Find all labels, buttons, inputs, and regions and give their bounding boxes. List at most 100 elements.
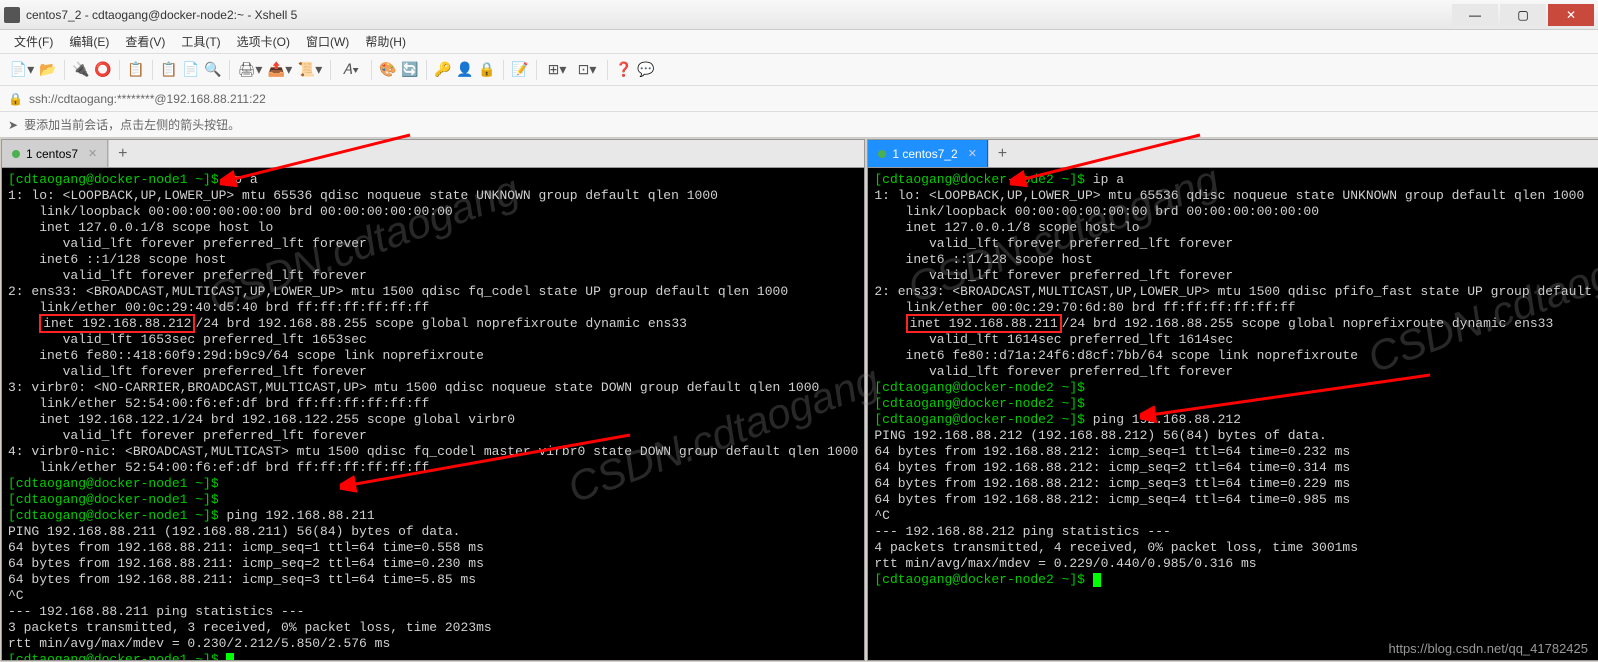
output: link/loopback 00:00:00:00:00:00 brd 00:0…	[874, 204, 1598, 220]
menu-file[interactable]: 文件(F)	[8, 31, 59, 52]
prompt: [cdtaogang@docker-node2 ~]$	[874, 412, 1085, 427]
prompt: [cdtaogang@docker-node2 ~]$	[874, 396, 1085, 411]
user-icon[interactable]: 👤	[455, 60, 475, 80]
window-controls: — ▢ ✕	[1450, 4, 1594, 26]
output: inet6 fe80::d71a:24f6:d8cf:7bb/64 scope …	[874, 348, 1598, 364]
output: 1: lo: <LOOPBACK,UP,LOWER_UP> mtu 65536 …	[8, 188, 858, 204]
menu-window[interactable]: 窗口(W)	[300, 31, 355, 52]
output: link/loopback 00:00:00:00:00:00 brd 00:0…	[8, 204, 858, 220]
tab-label: 1 centos7	[26, 147, 78, 161]
left-pane: 1 centos7 ✕ + [cdtaogang@docker-node1 ~]…	[1, 139, 865, 661]
right-pane: 1 centos7_2 ✕ + [cdtaogang@docker-node2 …	[867, 139, 1598, 661]
terminal-left[interactable]: [cdtaogang@docker-node1 ~]$ ip a 1: lo: …	[2, 168, 864, 660]
prompt: [cdtaogang@docker-node2 ~]$	[874, 172, 1085, 187]
key-icon[interactable]: 🔑	[433, 60, 453, 80]
output: valid_lft forever preferred_lft forever	[8, 268, 858, 284]
tab-row-left: 1 centos7 ✕ +	[2, 140, 864, 168]
open-icon[interactable]: 📂	[38, 60, 58, 80]
menu-help[interactable]: 帮助(H)	[359, 31, 412, 52]
output: rtt min/avg/max/mdev = 0.229/0.440/0.985…	[874, 556, 1598, 572]
script-icon[interactable]: 📜▾	[296, 60, 324, 80]
menu-view[interactable]: 查看(V)	[119, 31, 171, 52]
tab-close-icon[interactable]: ✕	[968, 147, 977, 160]
tab-add-button[interactable]: +	[988, 140, 1016, 167]
output: inet 127.0.0.1/8 scope host lo	[874, 220, 1598, 236]
prompt: [cdtaogang@docker-node1 ~]$	[8, 508, 219, 523]
output: valid_lft forever preferred_lft forever	[874, 236, 1598, 252]
new-session-icon[interactable]: 📄▾	[8, 60, 36, 80]
help-icon[interactable]: ❓	[614, 60, 634, 80]
output: 4: virbr0-nic: <BROADCAST,MULTICAST> mtu…	[8, 444, 858, 460]
color-icon[interactable]: 🎨	[378, 60, 398, 80]
refresh-icon[interactable]: 🔄	[400, 60, 420, 80]
output: 64 bytes from 192.168.88.212: icmp_seq=1…	[874, 444, 1598, 460]
cmd: ip a	[219, 172, 258, 187]
prompt: [cdtaogang@docker-node2 ~]$	[874, 572, 1085, 587]
output: 64 bytes from 192.168.88.212: icmp_seq=2…	[874, 460, 1598, 476]
copy-icon[interactable]: 📋	[159, 60, 179, 80]
output: ^C	[8, 588, 858, 604]
disconnect-icon[interactable]: ⭕	[93, 60, 113, 80]
output: inet6 fe80::418:60f9:29d:b9c9/64 scope l…	[8, 348, 858, 364]
lock-icon: 🔒	[8, 92, 23, 106]
output: link/ether 52:54:00:f6:ef:df brd ff:ff:f…	[8, 460, 858, 476]
print-icon[interactable]: 🖨▾	[236, 60, 264, 80]
separator	[119, 60, 120, 80]
menu-edit[interactable]: 编辑(E)	[63, 31, 115, 52]
status-dot-icon	[878, 150, 886, 158]
minimize-button[interactable]: —	[1452, 4, 1498, 26]
output: 64 bytes from 192.168.88.211: icmp_seq=1…	[8, 540, 858, 556]
separator	[503, 60, 504, 80]
output: valid_lft forever preferred_lft forever	[874, 364, 1598, 380]
output: 4 packets transmitted, 4 received, 0% pa…	[874, 540, 1598, 556]
close-button[interactable]: ✕	[1548, 4, 1594, 26]
transfer-icon[interactable]: 📤▾	[266, 60, 294, 80]
compose-icon[interactable]: 📝	[510, 60, 530, 80]
output: link/ether 52:54:00:f6:ef:df brd ff:ff:f…	[8, 396, 858, 412]
title-bar: centos7_2 - cdtaogang@docker-node2:~ - X…	[0, 0, 1598, 30]
cursor	[226, 653, 234, 660]
output: inet6 ::1/128 scope host	[8, 252, 858, 268]
output: valid_lft forever preferred_lft forever	[874, 268, 1598, 284]
prompt: [cdtaogang@docker-node1 ~]$	[8, 476, 219, 491]
tab-add-button[interactable]: +	[108, 140, 136, 167]
separator	[371, 60, 372, 80]
maximize-button[interactable]: ▢	[1500, 4, 1546, 26]
paste-icon[interactable]: 📄	[181, 60, 201, 80]
output: PING 192.168.88.211 (192.168.88.211) 56(…	[8, 524, 858, 540]
tab-centos7-2[interactable]: 1 centos7_2 ✕	[868, 140, 988, 167]
find-icon[interactable]: 🔍	[203, 60, 223, 80]
status-dot-icon	[12, 150, 20, 158]
footer-url: https://blog.csdn.net/qq_41782425	[1389, 641, 1589, 656]
tab-close-icon[interactable]: ✕	[88, 147, 97, 160]
menu-tools[interactable]: 工具(T)	[175, 31, 226, 52]
cursor	[1093, 573, 1101, 587]
separator	[426, 60, 427, 80]
layout-icon[interactable]: ⊞▾	[543, 60, 571, 80]
cmd: ping 192.168.88.211	[219, 508, 375, 523]
tab-label: 1 centos7_2	[892, 147, 957, 161]
separator	[152, 60, 153, 80]
chat-icon[interactable]: 💬	[636, 60, 656, 80]
tab-centos7[interactable]: 1 centos7 ✕	[2, 140, 108, 167]
prompt: [cdtaogang@docker-node1 ~]$	[8, 492, 219, 507]
output: valid_lft 1614sec preferred_lft 1614sec	[874, 332, 1598, 348]
lock-icon[interactable]: 🔒	[477, 60, 497, 80]
arrow-icon[interactable]: ➤	[8, 118, 18, 132]
reconnect-icon[interactable]: 🔌	[71, 60, 91, 80]
terminal-right[interactable]: [cdtaogang@docker-node2 ~]$ ip a 1: lo: …	[868, 168, 1598, 660]
output: valid_lft 1653sec preferred_lft 1653sec	[8, 332, 858, 348]
info-bar: ➤ 要添加当前会话，点击左侧的箭头按钮。	[0, 112, 1598, 138]
properties-icon[interactable]: 📋	[126, 60, 146, 80]
output: inet 127.0.0.1/8 scope host lo	[8, 220, 858, 236]
font-icon[interactable]: 𝐴▾	[337, 60, 365, 80]
menu-bar: 文件(F) 编辑(E) 查看(V) 工具(T) 选项卡(O) 窗口(W) 帮助(…	[0, 30, 1598, 54]
separator	[330, 60, 331, 80]
tab-row-right: 1 centos7_2 ✕ +	[868, 140, 1598, 168]
address-text[interactable]: ssh://cdtaogang:********@192.168.88.211:…	[29, 92, 266, 106]
window-title: centos7_2 - cdtaogang@docker-node2:~ - X…	[26, 8, 1450, 22]
menu-tab[interactable]: 选项卡(O)	[231, 31, 296, 52]
info-text: 要添加当前会话，点击左侧的箭头按钮。	[24, 116, 240, 133]
view-icon[interactable]: ⊡▾	[573, 60, 601, 80]
cmd: ip a	[1085, 172, 1124, 187]
